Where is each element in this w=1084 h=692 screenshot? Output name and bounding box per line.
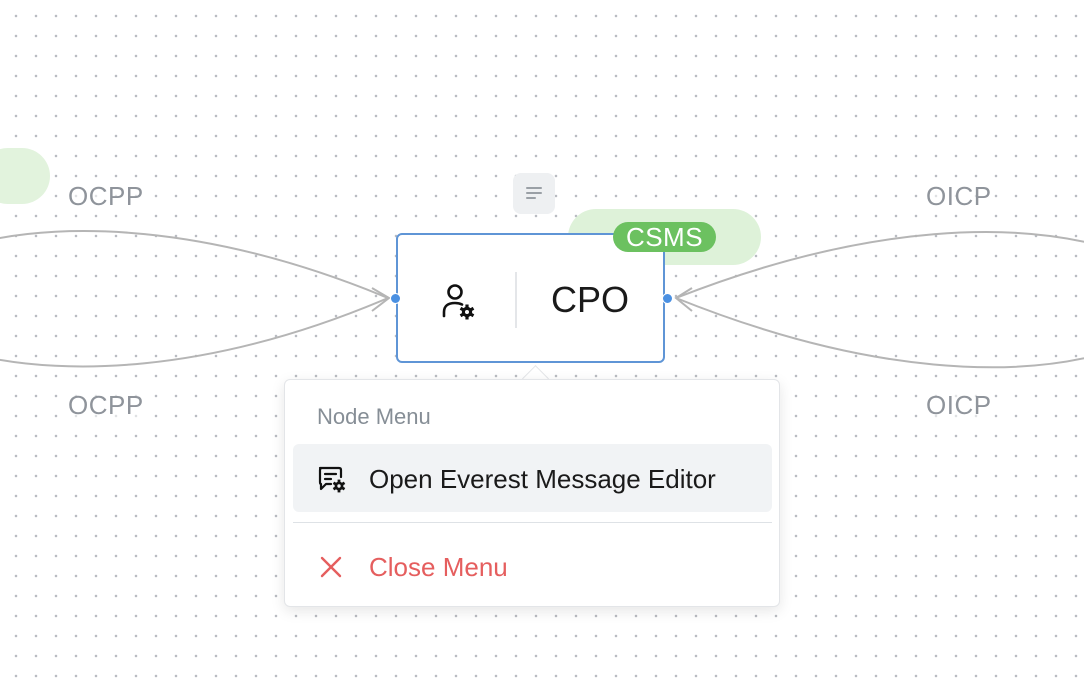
- node-handle-left[interactable]: [390, 293, 401, 304]
- edge-right-bottom: [675, 297, 1084, 369]
- close-icon: [320, 556, 342, 578]
- node-notes-icon[interactable]: [513, 173, 555, 214]
- edge-label-right-bottom[interactable]: OICP: [926, 390, 992, 421]
- node-label: CPO: [550, 279, 629, 320]
- edge-left-bottom: [0, 297, 389, 368]
- message-gear-icon: [318, 466, 346, 493]
- menu-divider: [293, 522, 772, 523]
- open-message-editor-item[interactable]: Open Everest Message Editor: [293, 444, 772, 512]
- edge-left-top: [0, 230, 389, 299]
- open-message-editor-label: Open Everest Message Editor: [369, 464, 716, 494]
- node-handle-right[interactable]: [662, 293, 673, 304]
- cpo-node[interactable]: CPO: [396, 233, 665, 363]
- flow-canvas[interactable]: OCPP OCPP OICP OICP CPO CSMS Node Menu O…: [0, 0, 1084, 692]
- close-menu-item[interactable]: Close Menu: [293, 532, 772, 600]
- edge-label-left-bottom[interactable]: OCPP: [68, 390, 144, 421]
- close-menu-label: Close Menu: [369, 552, 508, 582]
- edge-arrow-right: [674, 287, 693, 312]
- edge-label-right-top[interactable]: OICP: [926, 181, 992, 212]
- user-gear-icon: [442, 284, 475, 320]
- node-role-badge: CSMS: [613, 222, 716, 252]
- node-menu-heading: Node Menu: [317, 404, 431, 429]
- edge-label-left-top[interactable]: OCPP: [68, 181, 144, 212]
- node-menu: Node Menu Open Everest Message Editor Cl…: [284, 379, 780, 607]
